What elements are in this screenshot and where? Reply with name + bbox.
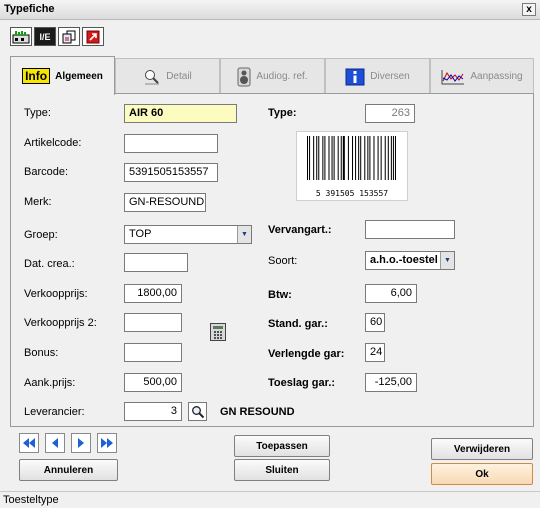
magnifier-icon	[145, 69, 160, 84]
stand-gar-label: Stand. gar.:	[268, 318, 328, 330]
type-label: Type:	[24, 107, 51, 119]
dat-crea-input[interactable]	[124, 253, 188, 272]
chart-icon	[441, 69, 465, 84]
dat-crea-label: Dat. crea.:	[24, 258, 75, 270]
chevron-down-icon[interactable]: ▼	[237, 226, 251, 243]
type2-input[interactable]: 263	[365, 104, 415, 123]
status-text: Toesteltype	[3, 494, 59, 506]
toeslag-gar-label: Toeslag gar.:	[268, 377, 336, 389]
barcode-digits: 5 391505 153557	[315, 189, 389, 198]
tab-bar: Info Algemeen Detail Audiog. ref. Divers…	[10, 56, 534, 95]
toeslag-gar-input[interactable]: -125,00	[365, 373, 417, 392]
first-record-button[interactable]	[19, 433, 39, 453]
sluiten-button[interactable]: Sluiten	[234, 459, 330, 481]
btw-label: Btw:	[268, 289, 292, 301]
last-icon	[101, 438, 113, 448]
calculator-glyph	[213, 326, 223, 339]
hearing-aid-icon	[12, 31, 30, 44]
exit-icon-button[interactable]	[82, 27, 104, 46]
barcode-bars	[307, 136, 396, 180]
leverancier-search-button[interactable]	[188, 402, 207, 421]
bonus-label: Bonus:	[24, 347, 59, 359]
previous-record-button[interactable]	[45, 433, 65, 453]
tab-aanpassing[interactable]: Aanpassing	[430, 58, 534, 94]
previous-icon	[52, 438, 58, 448]
tab-label: Diversen	[370, 71, 410, 82]
toolbar: I/E	[0, 20, 540, 50]
status-bar: Toesteltype	[0, 491, 540, 508]
tab-audiog-ref[interactable]: Audiog. ref.	[220, 58, 325, 94]
vervangart-label: Vervangart.:	[268, 224, 332, 236]
type2-label: Type:	[268, 107, 297, 119]
copy-icon	[62, 30, 76, 43]
speaker-icon	[237, 67, 251, 86]
leverancier-label: Leverancier:	[24, 406, 85, 418]
close-button[interactable]: x	[522, 3, 536, 16]
window-title: Typefiche	[4, 3, 55, 15]
barcode-input[interactable]: 5391505153557	[124, 163, 218, 182]
copy-icon-button[interactable]	[58, 27, 80, 46]
stand-gar-input[interactable]: 60	[365, 313, 385, 332]
aank-prijs-input[interactable]: 500,00	[124, 373, 182, 392]
leverancier-name: GN RESOUND	[220, 406, 295, 418]
verkoopprijs-label: Verkoopprijs:	[24, 288, 88, 300]
btw-input[interactable]: 6,00	[365, 284, 417, 303]
verkoopprijs2-label: Verkoopprijs 2:	[24, 317, 97, 329]
artikelcode-input[interactable]	[124, 134, 218, 153]
next-icon	[78, 438, 84, 448]
tab-label: Aanpassing	[470, 71, 523, 82]
search-icon	[191, 405, 204, 418]
annuleren-button[interactable]: Annuleren	[19, 459, 118, 481]
verlengde-gar-label: Verlengde gar:	[268, 348, 345, 360]
verlengde-gar-input[interactable]: 24	[365, 343, 385, 362]
merk-input[interactable]: GN-RESOUND	[124, 193, 206, 212]
groep-value: TOP	[129, 228, 152, 240]
exit-icon	[86, 30, 100, 43]
vervangart-input[interactable]	[365, 220, 455, 239]
soort-value: a.h.o.-toestel	[370, 254, 438, 266]
artikelcode-label: Artikelcode:	[24, 137, 82, 149]
info-logo-icon: Info	[22, 68, 51, 84]
tab-detail[interactable]: Detail	[115, 58, 220, 94]
chevron-down-icon[interactable]: ▼	[440, 252, 454, 269]
leverancier-input[interactable]: 3	[124, 402, 182, 421]
verkoopprijs-input[interactable]: 1800,00	[124, 284, 182, 303]
title-bar: Typefiche x	[0, 0, 540, 20]
verkoopprijs2-input[interactable]	[124, 313, 182, 332]
last-record-button[interactable]	[97, 433, 117, 453]
tab-label: Detail	[166, 71, 192, 82]
merk-label: Merk:	[24, 196, 52, 208]
info-icon	[345, 68, 365, 85]
calculator-icon[interactable]	[210, 323, 226, 341]
type-input[interactable]: AIR 60	[124, 104, 237, 123]
barcode-image: 5 391505 153557	[296, 131, 408, 201]
verwijderen-button[interactable]: Verwijderen	[431, 438, 533, 460]
import-export-button[interactable]: I/E	[34, 27, 56, 46]
groep-label: Groep:	[24, 229, 58, 241]
tab-label: Audiog. ref.	[256, 71, 308, 82]
bonus-input[interactable]	[124, 343, 182, 362]
import-export-label: I/E	[39, 31, 51, 42]
next-record-button[interactable]	[71, 433, 91, 453]
soort-label: Soort:	[268, 255, 298, 267]
ok-button[interactable]: Ok	[431, 463, 533, 485]
tab-diversen[interactable]: Diversen	[325, 58, 430, 94]
first-icon	[23, 438, 35, 448]
tab-algemeen[interactable]: Info Algemeen	[10, 56, 115, 95]
aank-prijs-label: Aank.prijs:	[24, 377, 76, 389]
tab-label: Algemeen	[55, 70, 103, 82]
toepassen-button[interactable]: Toepassen	[234, 435, 330, 457]
barcode-label: Barcode:	[24, 166, 69, 178]
hearing-aid-icon-button[interactable]	[10, 27, 32, 46]
groep-select[interactable]: TOP ▼	[124, 225, 252, 244]
soort-select[interactable]: a.h.o.-toestel ▼	[365, 251, 455, 270]
